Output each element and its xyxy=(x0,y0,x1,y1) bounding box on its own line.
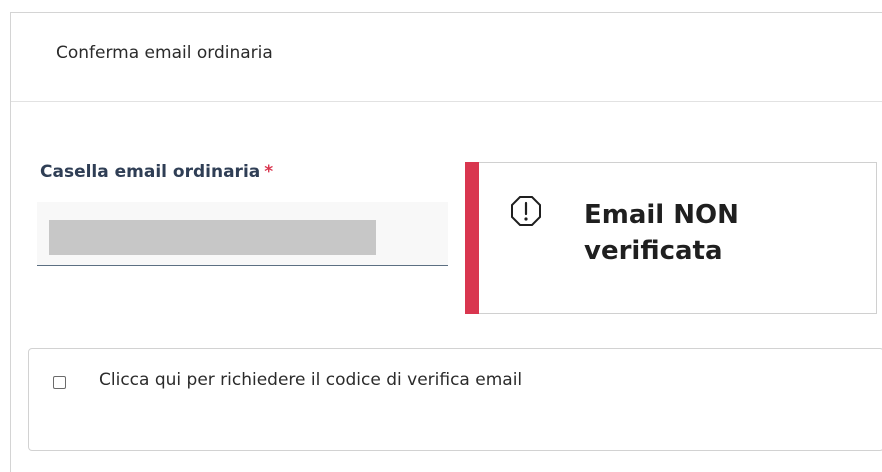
request-code-checkbox[interactable] xyxy=(53,376,66,389)
required-marker: * xyxy=(264,162,274,182)
panel-title: Conferma email ordinaria xyxy=(56,43,273,63)
email-field-label: Casella email ordinaria * xyxy=(40,162,273,182)
alert-message: Email NON verificata xyxy=(584,200,739,266)
email-input[interactable] xyxy=(37,202,448,266)
alert-accent-stripe xyxy=(465,162,479,314)
request-code-label[interactable]: Clicca qui per richiedere il codice di v… xyxy=(99,370,522,390)
email-field-label-text: Casella email ordinaria xyxy=(40,162,261,182)
request-code-card: Clicca qui per richiedere il codice di v… xyxy=(28,348,882,451)
panel-header: Conferma email ordinaria xyxy=(11,13,882,102)
email-not-verified-alert: Email NON verificata xyxy=(465,162,877,314)
exclamation-circle-icon xyxy=(511,196,541,226)
masked-email-value xyxy=(49,220,376,255)
